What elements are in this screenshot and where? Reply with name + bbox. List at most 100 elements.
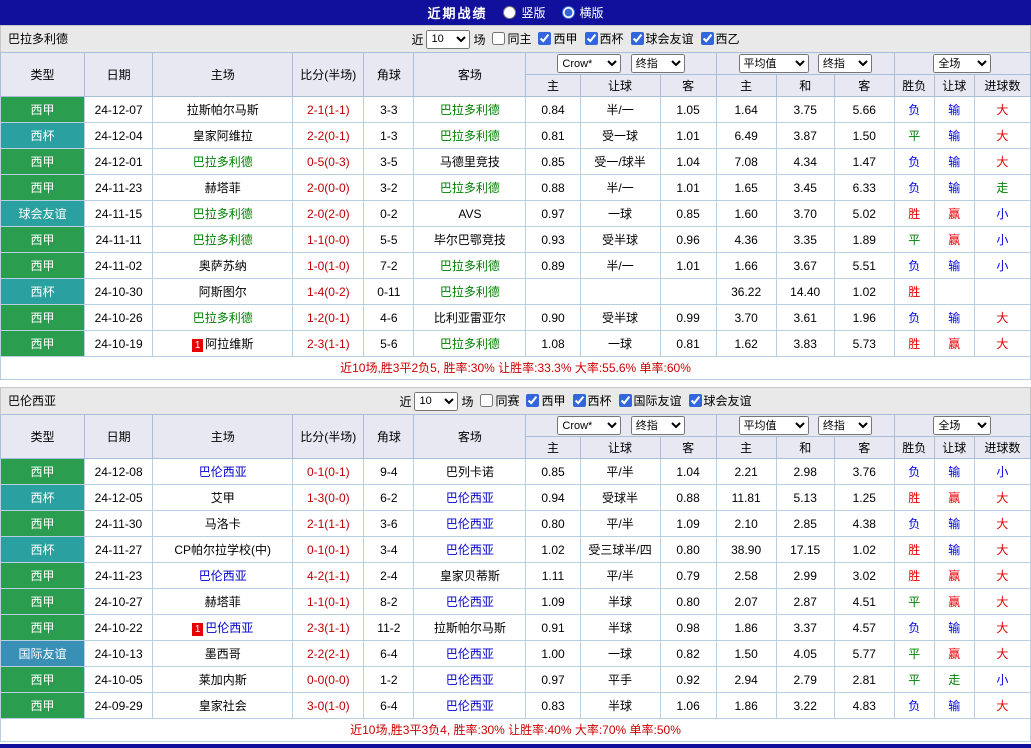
team-name-link[interactable]: 巴伦西亚 xyxy=(446,699,494,713)
filter-checkbox-input[interactable] xyxy=(538,32,552,45)
odds-source-select[interactable]: Crow* xyxy=(557,416,622,435)
team-name-link[interactable]: 比利亚雷亚尔 xyxy=(434,311,506,325)
team-name-link[interactable]: 赫塔菲 xyxy=(205,595,241,609)
filter-checkbox-input[interactable] xyxy=(700,32,714,45)
team-name-link[interactable]: 莱加内斯 xyxy=(199,673,247,687)
score-cell[interactable]: 2-3(1-1) xyxy=(292,330,365,357)
team-name-link[interactable]: 奥萨苏纳 xyxy=(199,259,247,273)
league-type-cell[interactable]: 西甲 xyxy=(0,614,86,641)
layout-radio-horizontal-input[interactable] xyxy=(561,6,575,19)
filter-checkbox[interactable]: 同赛 xyxy=(480,392,519,409)
score-cell[interactable]: 1-1(0-1) xyxy=(292,588,365,615)
filter-checkbox[interactable]: 西乙 xyxy=(700,30,740,47)
team-name-link[interactable]: 巴伦西亚 xyxy=(446,595,494,609)
team-name-link[interactable]: AVS xyxy=(458,207,481,221)
team-name-link[interactable]: 巴列卡诺 xyxy=(446,465,494,479)
team-name-link[interactable]: 赫塔菲 xyxy=(205,181,241,195)
league-type-cell[interactable]: 国际友谊 xyxy=(0,640,86,667)
scope-select[interactable]: 全场 xyxy=(933,54,992,73)
score-cell[interactable]: 0-0(0-0) xyxy=(292,666,365,693)
match-count-select[interactable]: 10 xyxy=(426,29,471,49)
filter-checkbox-input[interactable] xyxy=(630,32,644,45)
filter-checkbox-input[interactable] xyxy=(572,394,586,407)
team-name-link[interactable]: 巴拉多利德 xyxy=(193,155,253,169)
filter-checkbox-input[interactable] xyxy=(526,394,540,407)
score-cell[interactable]: 2-1(1-1) xyxy=(292,96,365,123)
layout-radio-vertical-input[interactable] xyxy=(503,6,517,19)
team-name-link[interactable]: 巴伦西亚 xyxy=(446,647,494,661)
team-name-link[interactable]: 毕尔巴鄂竞技 xyxy=(434,233,506,247)
team-name-link[interactable]: 巴拉多利德 xyxy=(440,337,500,351)
filter-checkbox[interactable]: 西甲 xyxy=(526,392,566,409)
layout-radio-vertical[interactable]: 竖版 xyxy=(503,4,546,21)
team-name-link[interactable]: 拉斯帕尔马斯 xyxy=(187,103,259,117)
filter-checkbox-input[interactable] xyxy=(492,32,506,45)
filter-checkbox[interactable]: 同主 xyxy=(492,30,531,47)
league-type-cell[interactable]: 西甲 xyxy=(0,148,86,175)
score-cell[interactable]: 2-2(2-1) xyxy=(292,640,365,667)
score-cell[interactable]: 1-4(0-2) xyxy=(292,278,365,305)
avg-source-select[interactable]: 平均值 xyxy=(738,54,809,73)
team-name-link[interactable]: 巴拉多利德 xyxy=(440,181,500,195)
filter-checkbox[interactable]: 西杯 xyxy=(584,30,624,47)
score-cell[interactable]: 4-2(1-1) xyxy=(292,562,365,589)
avg-time-select[interactable]: 终指 xyxy=(817,54,872,73)
filter-checkbox[interactable]: 球会友谊 xyxy=(630,30,694,47)
team-name-link[interactable]: 巴伦西亚 xyxy=(446,517,494,531)
team-name-link[interactable]: 巴伦西亚 xyxy=(446,673,494,687)
league-type-cell[interactable]: 西甲 xyxy=(0,510,86,537)
score-cell[interactable]: 2-2(0-1) xyxy=(292,122,365,149)
team-name-link[interactable]: 墨西哥 xyxy=(205,647,241,661)
league-type-cell[interactable]: 西甲 xyxy=(0,458,86,485)
team-name-link[interactable]: 巴拉多利德 xyxy=(193,233,253,247)
score-cell[interactable]: 0-5(0-3) xyxy=(292,148,365,175)
league-type-cell[interactable]: 西杯 xyxy=(0,536,86,563)
league-type-cell[interactable]: 球会友谊 xyxy=(0,200,86,227)
team-name-link[interactable]: 巴拉多利德 xyxy=(440,285,500,299)
odds-time-select[interactable]: 终指 xyxy=(630,416,685,435)
score-cell[interactable]: 2-0(0-0) xyxy=(292,174,365,201)
team-name-link[interactable]: 马德里竞技 xyxy=(440,155,500,169)
team-name-link[interactable]: 巴伦西亚 xyxy=(199,569,247,583)
league-type-cell[interactable]: 西甲 xyxy=(0,692,86,719)
filter-checkbox[interactable]: 国际友谊 xyxy=(618,392,682,409)
league-type-cell[interactable]: 西杯 xyxy=(0,278,86,305)
score-cell[interactable]: 1-0(1-0) xyxy=(292,252,365,279)
team-name-link[interactable]: 马洛卡 xyxy=(205,517,241,531)
league-type-cell[interactable]: 西杯 xyxy=(0,122,86,149)
team-name-link[interactable]: 巴伦西亚 xyxy=(199,465,247,479)
team-name-link[interactable]: 艾甲 xyxy=(211,491,235,505)
team-name-link[interactable]: 巴拉多利德 xyxy=(193,311,253,325)
league-type-cell[interactable]: 西甲 xyxy=(0,304,86,331)
filter-checkbox-input[interactable] xyxy=(584,32,598,45)
team-name-link[interactable]: CP帕尔拉学校(中) xyxy=(174,543,271,557)
team-name-link[interactable]: 阿拉维斯 xyxy=(205,337,253,351)
team-name-link[interactable]: 巴伦西亚 xyxy=(446,491,494,505)
score-cell[interactable]: 2-0(2-0) xyxy=(292,200,365,227)
score-cell[interactable]: 0-1(0-1) xyxy=(292,536,365,563)
league-type-cell[interactable]: 西甲 xyxy=(0,588,86,615)
filter-checkbox[interactable]: 西杯 xyxy=(572,392,612,409)
team-name-link[interactable]: 阿斯图尔 xyxy=(199,285,247,299)
filter-checkbox[interactable]: 西甲 xyxy=(538,30,578,47)
league-type-cell[interactable]: 西甲 xyxy=(0,226,86,253)
score-cell[interactable]: 0-1(0-1) xyxy=(292,458,365,485)
avg-source-select[interactable]: 平均值 xyxy=(738,416,809,435)
filter-checkbox[interactable]: 球会友谊 xyxy=(688,392,752,409)
team-name-link[interactable]: 皇家社会 xyxy=(199,699,247,713)
team-name-link[interactable]: 拉斯帕尔马斯 xyxy=(434,621,506,635)
team-name-link[interactable]: 巴拉多利德 xyxy=(193,207,253,221)
league-type-cell[interactable]: 西甲 xyxy=(0,666,86,693)
team-name-link[interactable]: 皇家贝蒂斯 xyxy=(440,569,500,583)
layout-radio-horizontal[interactable]: 横版 xyxy=(561,4,604,21)
score-cell[interactable]: 2-1(1-1) xyxy=(292,510,365,537)
odds-source-select[interactable]: Crow* xyxy=(557,54,622,73)
team-name-link[interactable]: 巴拉多利德 xyxy=(440,103,500,117)
team-name-link[interactable]: 巴伦西亚 xyxy=(205,621,253,635)
score-cell[interactable]: 3-0(1-0) xyxy=(292,692,365,719)
score-cell[interactable]: 2-3(1-1) xyxy=(292,614,365,641)
team-name-link[interactable]: 巴拉多利德 xyxy=(440,259,500,273)
filter-checkbox-input[interactable] xyxy=(480,394,494,407)
league-type-cell[interactable]: 西甲 xyxy=(0,562,86,589)
league-type-cell[interactable]: 西甲 xyxy=(0,174,86,201)
